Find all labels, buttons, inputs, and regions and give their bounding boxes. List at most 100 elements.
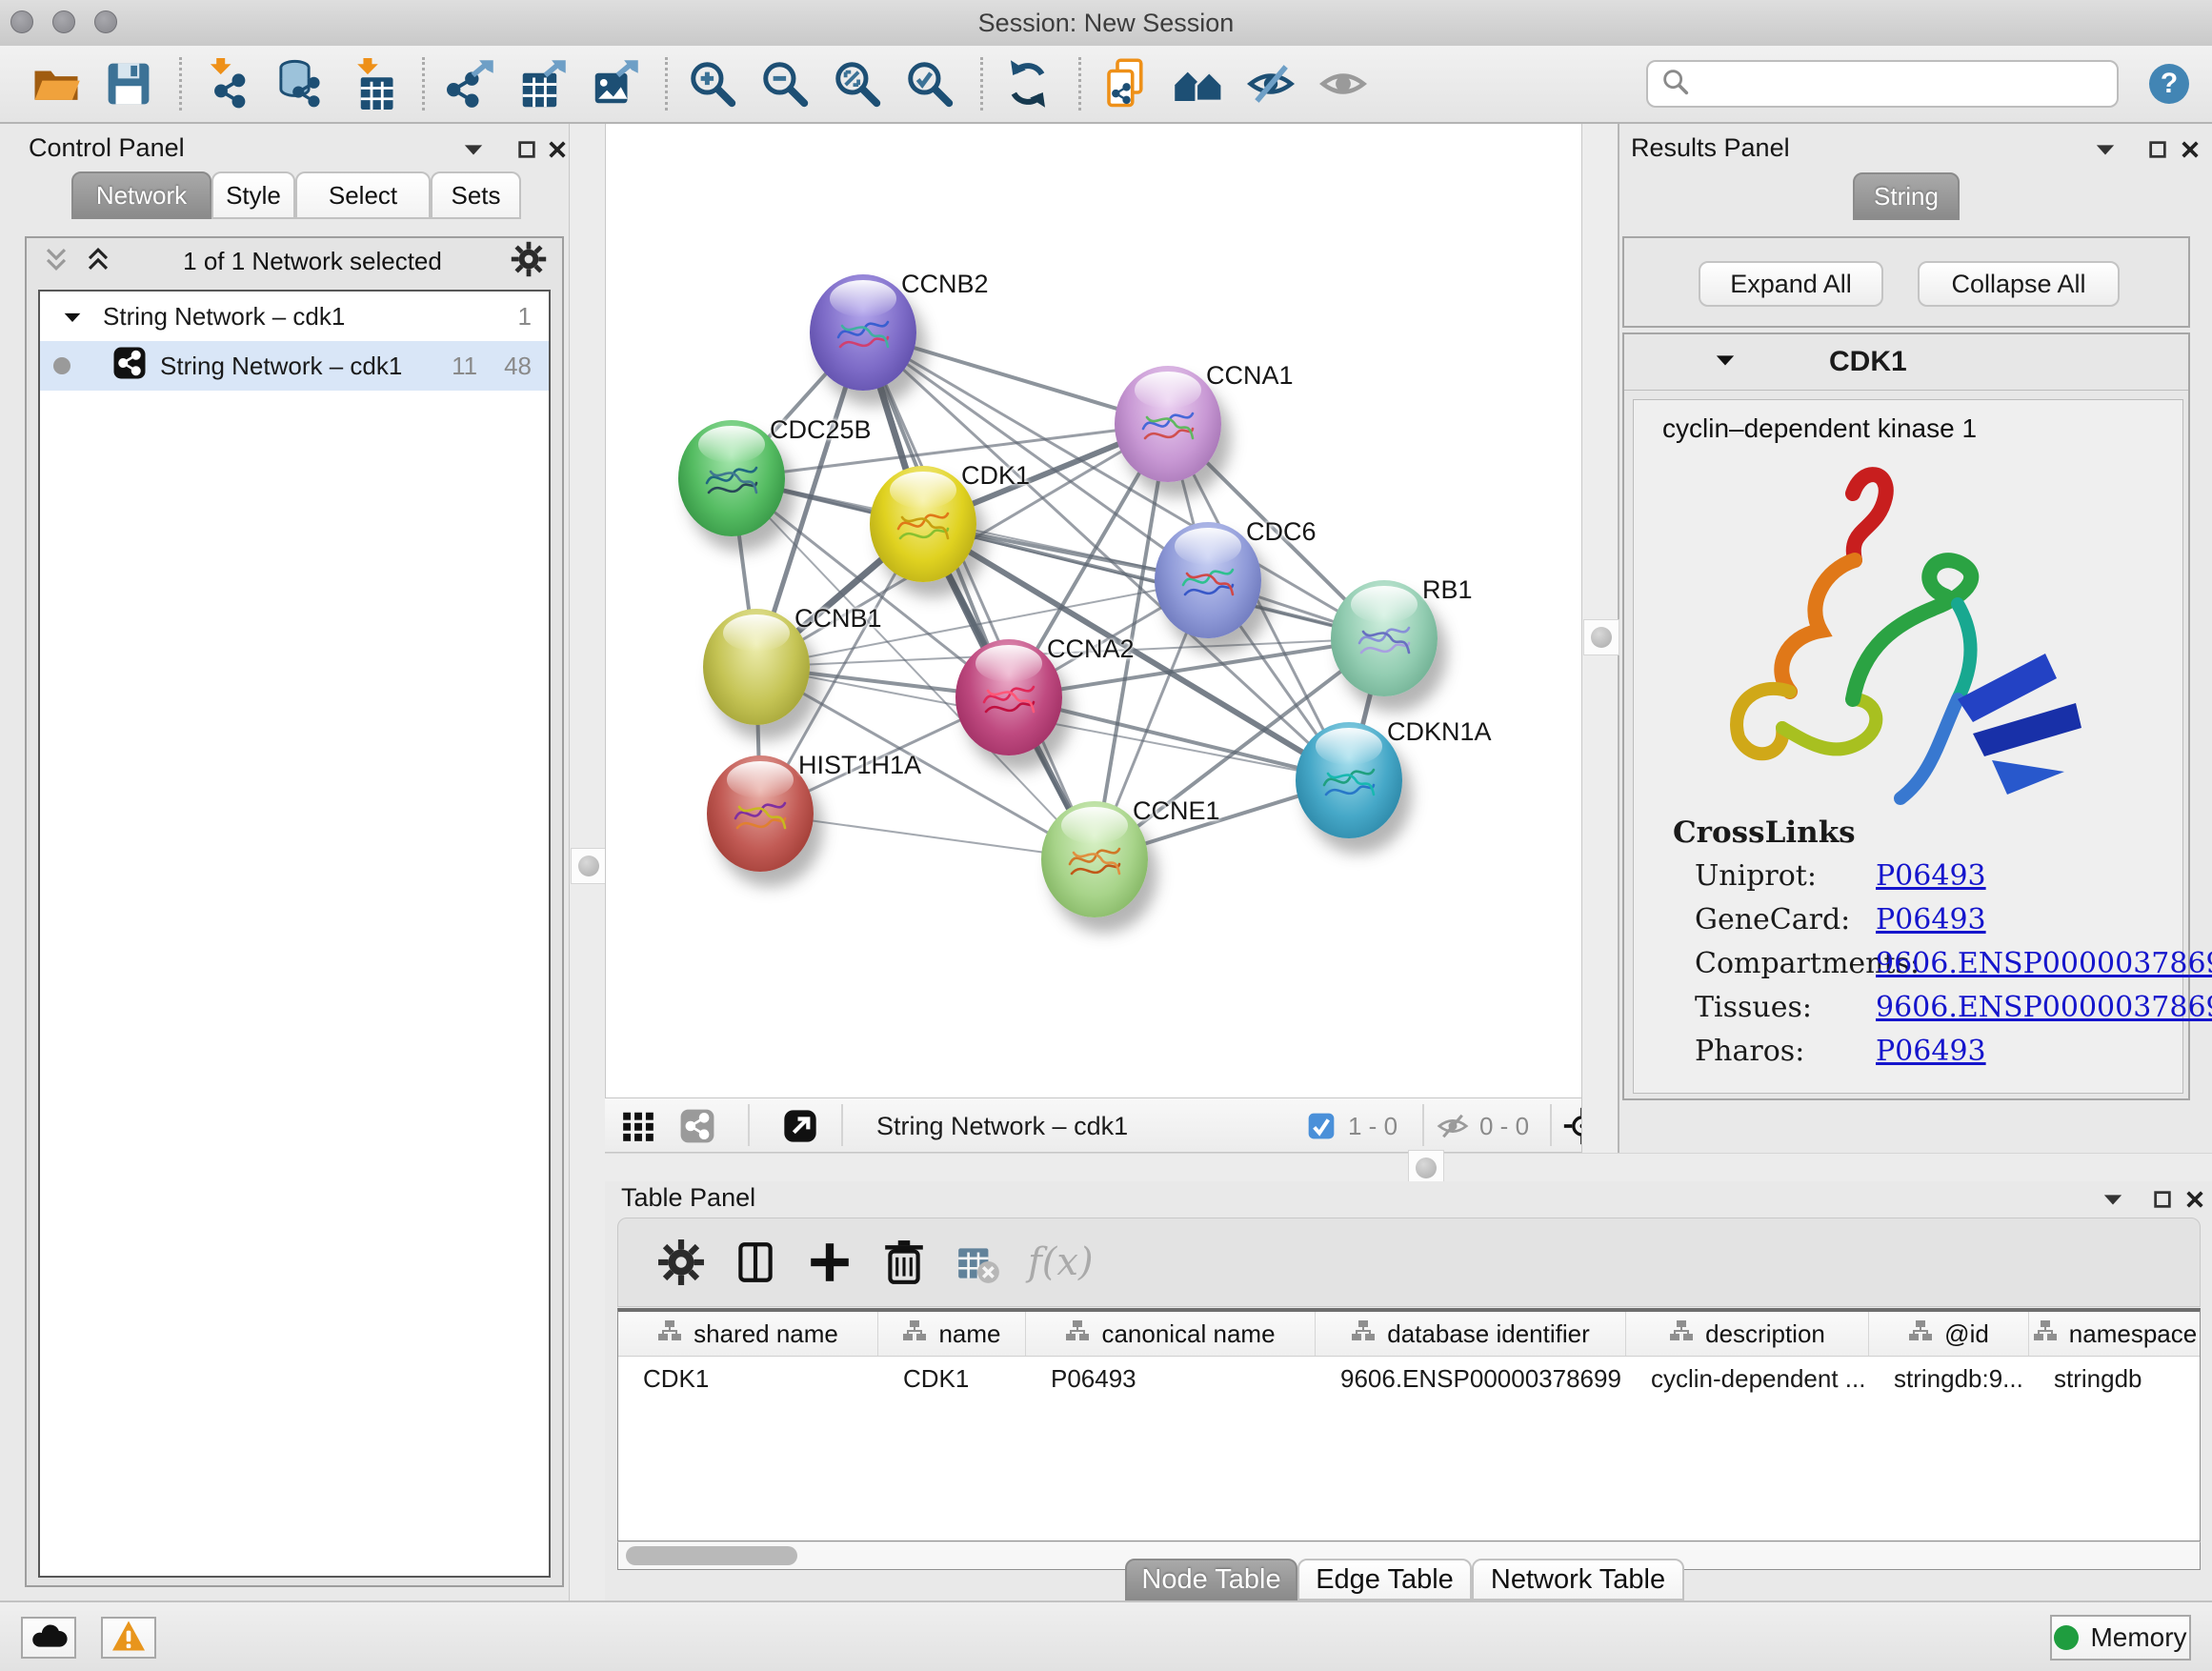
export-network-button[interactable]	[440, 54, 499, 113]
open-session-button[interactable]	[27, 54, 86, 113]
table-panel-menu-button[interactable]	[2099, 1185, 2127, 1214]
memory-button[interactable]: Memory	[2050, 1615, 2191, 1661]
tab-style[interactable]: Style	[211, 171, 295, 219]
tab-network-table[interactable]: Network Table	[1472, 1559, 1684, 1601]
crosslink-link[interactable]: 9606.ENSP00000378699	[1876, 947, 2212, 980]
collapse-all-button[interactable]: Collapse All	[1918, 261, 2120, 307]
export-table-button[interactable]	[513, 54, 572, 113]
left-splitter[interactable]	[569, 124, 606, 1601]
protein-name: CDK1	[1829, 346, 1907, 378]
clone-network-button[interactable]	[1096, 54, 1156, 113]
right-splitter-collapse-button[interactable]	[1583, 619, 1619, 655]
import-table-button[interactable]	[342, 54, 401, 113]
zoom-in-button[interactable]	[683, 54, 742, 113]
function-builder-button[interactable]: f(x)	[1028, 1240, 1094, 1284]
svg-text:?: ?	[2161, 68, 2178, 99]
table-settings-button[interactable]	[656, 1238, 706, 1287]
add-column-button[interactable]	[805, 1238, 855, 1287]
delete-table-button[interactable]	[954, 1238, 1003, 1287]
network-selection-status: 1 of 1 Network selected	[183, 247, 442, 276]
export-image-button[interactable]	[585, 54, 644, 113]
expand-all-networks-icon[interactable]	[40, 243, 72, 280]
column-header-namespace[interactable]: namespace	[2029, 1312, 2201, 1356]
protein-structure-image	[1672, 455, 2129, 836]
tab-network[interactable]: Network	[71, 171, 211, 219]
zoom-fit-button[interactable]	[828, 54, 887, 113]
string-network-icon	[112, 346, 147, 387]
window-title: Session: New Session	[0, 9, 2212, 38]
string-actions-box: Expand All Collapse All	[1622, 236, 2190, 328]
zoom-selected-button[interactable]	[900, 54, 959, 113]
tab-sets[interactable]: Sets	[431, 171, 521, 219]
zoom-out-button[interactable]	[755, 54, 814, 113]
collapse-all-networks-icon[interactable]	[82, 243, 114, 280]
column-header-name[interactable]: name	[878, 1312, 1026, 1356]
grid-view-icon[interactable]	[620, 1108, 656, 1144]
tab-string[interactable]: String	[1853, 172, 1960, 220]
right-splitter[interactable]	[1581, 124, 1619, 1153]
column-header-canonical-name[interactable]: canonical name	[1026, 1312, 1316, 1356]
protein-structure-thumbnail	[701, 454, 762, 506]
network-thumbnail-icon[interactable]	[679, 1108, 715, 1144]
column-header-description[interactable]: description	[1626, 1312, 1869, 1356]
tab-select[interactable]: Select	[295, 171, 431, 219]
control-panel-menu-button[interactable]	[459, 135, 488, 164]
string-home-button[interactable]	[1169, 54, 1228, 113]
tab-edge-table[interactable]: Edge Table	[1297, 1559, 1472, 1601]
selected-checkbox-icon[interactable]	[1306, 1108, 1337, 1144]
memory-status-icon	[2054, 1625, 2079, 1650]
network-list-panel: 1 of 1 Network selected String Network –…	[25, 236, 564, 1587]
results-panel-close-button[interactable]	[2176, 135, 2204, 164]
import-database-button[interactable]	[270, 54, 329, 113]
network-canvas[interactable]: CCNB2 CCNA1 CDC25B CDK1 CDC6	[605, 124, 1581, 1097]
network-tree-child-row[interactable]: String Network – cdk1 11 48	[40, 341, 549, 391]
table-row[interactable]: CDK1CDK1P064939606.ENSP00000378699cyclin…	[618, 1357, 2200, 1400]
crosslink-row: GeneCard:P06493	[1695, 903, 1986, 936]
node-table[interactable]: shared namenamecanonical namedatabase id…	[617, 1308, 2201, 1541]
collapse-arrow-icon[interactable]	[1715, 352, 1736, 372]
show-details-button[interactable]	[1314, 54, 1373, 113]
table-panel-float-button[interactable]	[2148, 1185, 2177, 1214]
import-network-button[interactable]	[197, 54, 256, 113]
control-panel-float-button[interactable]	[513, 135, 541, 164]
search-input[interactable]	[1692, 69, 2096, 100]
crosslink-link[interactable]: 9606.ENSP00000378699	[1876, 991, 2212, 1024]
scrollbar-thumb[interactable]	[626, 1546, 797, 1565]
column-header--id[interactable]: @id	[1869, 1312, 2029, 1356]
crosslink-link[interactable]: P06493	[1876, 1035, 1986, 1068]
node-label-hist1h1a: HIST1H1A	[798, 751, 921, 780]
tab-node-table[interactable]: Node Table	[1125, 1559, 1297, 1601]
detach-view-icon[interactable]	[781, 1108, 819, 1144]
warnings-button[interactable]	[101, 1617, 156, 1659]
network-options-gear-icon[interactable]	[511, 241, 547, 282]
cloud-status-button[interactable]	[21, 1617, 76, 1659]
collapse-arrow-icon[interactable]	[63, 302, 82, 332]
table-panel-close-button[interactable]	[2181, 1185, 2209, 1214]
refresh-layout-button[interactable]	[998, 54, 1057, 113]
table-header-row: shared namenamecanonical namedatabase id…	[618, 1312, 2200, 1357]
crosslink-link[interactable]: P06493	[1876, 859, 1986, 893]
network-tree-root-row[interactable]: String Network – cdk1 1	[40, 292, 549, 341]
table-cell: CDK1	[878, 1357, 1026, 1400]
control-panel-close-button[interactable]	[543, 135, 572, 164]
help-button[interactable]: ?	[2140, 54, 2199, 113]
save-session-button[interactable]	[99, 54, 158, 113]
show-columns-button[interactable]	[731, 1238, 780, 1287]
title-bar: Session: New Session	[0, 0, 2212, 47]
results-panel-menu-button[interactable]	[2091, 135, 2120, 164]
protein-structure-thumbnail	[833, 309, 894, 360]
node-label-cdk1: CDK1	[961, 461, 1030, 491]
expand-all-button[interactable]: Expand All	[1699, 261, 1883, 307]
left-splitter-collapse-button[interactable]	[571, 848, 607, 884]
search-box[interactable]	[1646, 60, 2119, 108]
column-header-shared-name[interactable]: shared name	[618, 1312, 878, 1356]
hide-details-button[interactable]	[1241, 54, 1300, 113]
main-toolbar: ?	[0, 46, 2212, 124]
protein-header[interactable]: CDK1	[1624, 334, 2188, 391]
horizontal-splitter[interactable]	[605, 1153, 2212, 1182]
delete-column-button[interactable]	[879, 1238, 929, 1287]
crosslink-link[interactable]: P06493	[1876, 903, 1986, 936]
results-panel-float-button[interactable]	[2143, 135, 2172, 164]
toolbar-separator	[980, 57, 983, 111]
column-header-database-identifier[interactable]: database identifier	[1316, 1312, 1626, 1356]
